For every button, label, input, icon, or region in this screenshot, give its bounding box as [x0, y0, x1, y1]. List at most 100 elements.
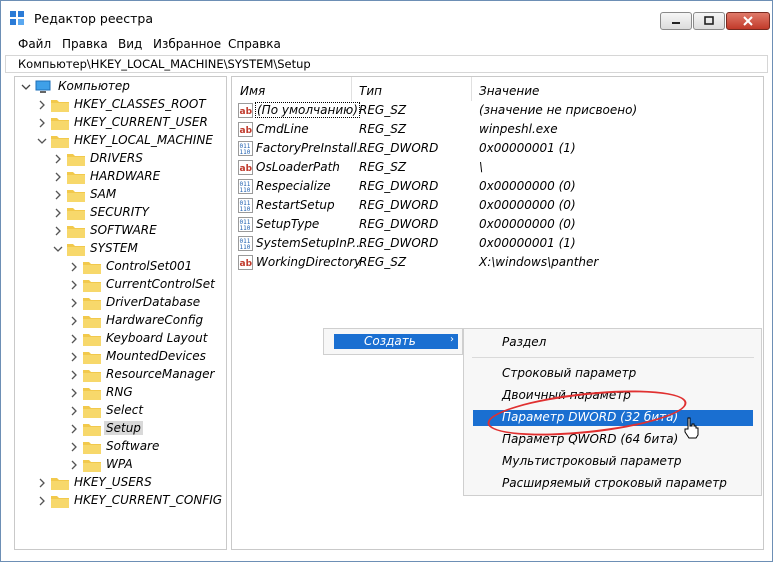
maximize-icon: [704, 16, 714, 25]
menu-edit[interactable]: Правка: [62, 37, 108, 51]
value-name: RestartSetup: [256, 198, 335, 212]
value-data: winpeshl.exe: [479, 122, 558, 136]
menu-item-create[interactable]: Создать ›: [334, 334, 458, 349]
folder-icon: [83, 370, 101, 382]
submenu-item-multistring[interactable]: Мультистроковый параметр: [502, 454, 682, 468]
chevron-right-icon[interactable]: [53, 226, 63, 236]
svg-text:ab: ab: [240, 164, 253, 174]
chevron-down-icon[interactable]: [21, 82, 31, 92]
chevron-down-icon[interactable]: [53, 244, 63, 254]
column-header-type[interactable]: Тип: [359, 84, 382, 98]
binary-value-icon: 011110: [238, 217, 253, 232]
tree-label: Select: [106, 403, 144, 417]
value-name: WorkingDirectory: [256, 255, 362, 269]
value-name: CmdLine: [256, 122, 309, 136]
chevron-right-icon[interactable]: [69, 280, 79, 290]
column-header-value[interactable]: Значение: [479, 84, 539, 98]
chevron-right-icon[interactable]: [69, 316, 79, 326]
menu-favorites[interactable]: Избранное: [153, 37, 221, 51]
submenu-item-expandable-string[interactable]: Расширяемый строковый параметр: [502, 476, 727, 490]
folder-icon: [83, 460, 101, 472]
registry-tree: Компьютер HKEY_CLASSES_ROOT HKEY_CURRENT_…: [14, 76, 227, 550]
table-row[interactable]: 011 110 SetupType REG_DWORD 0x00000000 (0): [232, 215, 763, 234]
svg-text:ab: ab: [240, 126, 253, 136]
minimize-button[interactable]: [660, 12, 692, 30]
chevron-right-icon[interactable]: [53, 190, 63, 200]
submenu-item-string[interactable]: Строковый параметр: [502, 366, 636, 380]
folder-icon: [51, 136, 69, 148]
column-divider[interactable]: [351, 77, 352, 101]
chevron-right-icon[interactable]: [53, 172, 63, 182]
value-type: REG_DWORD: [359, 217, 439, 231]
chevron-right-icon[interactable]: [69, 334, 79, 344]
value-type: REG_SZ: [359, 255, 407, 269]
close-button[interactable]: [726, 12, 770, 30]
value-name: Respecialize: [256, 179, 331, 193]
folder-icon: [51, 478, 69, 490]
table-row[interactable]: 011 110 RestartSetup REG_DWORD 0x00000000 (0…: [232, 196, 763, 215]
folder-icon: [51, 496, 69, 508]
svg-text:ab: ab: [240, 259, 253, 269]
menu-view[interactable]: Вид: [118, 37, 142, 51]
submenu-item-key[interactable]: Раздел: [502, 335, 546, 349]
table-row[interactable]: ab CmdLine REG_SZ winpeshl.exe: [232, 120, 763, 139]
tree-label: HardwareConfig: [106, 313, 204, 327]
table-row[interactable]: 011 110 SystemSetupInP... REG_DWORD 0x000000…: [232, 234, 763, 253]
table-row[interactable]: 011 110 FactoryPreInstall... REG_DWORD 0x000…: [232, 139, 763, 158]
column-header-name[interactable]: Имя: [240, 84, 265, 98]
chevron-right-icon[interactable]: [69, 424, 79, 434]
chevron-right-icon[interactable]: [37, 118, 47, 128]
table-row[interactable]: ab WorkingDirectory REG_SZ X:\windows\panth…: [232, 253, 763, 272]
svg-text:ab: ab: [240, 107, 253, 117]
tree-label: ControlSet001: [106, 259, 193, 273]
folder-icon: [67, 154, 85, 166]
tree-label: HKEY_CLASSES_ROOT: [74, 97, 206, 111]
chevron-right-icon[interactable]: [69, 352, 79, 362]
chevron-right-icon[interactable]: [37, 100, 47, 110]
chevron-right-icon: ›: [450, 334, 454, 345]
binary-value-icon: 011110: [238, 141, 253, 156]
menu-help[interactable]: Справка: [228, 37, 281, 51]
chevron-down-icon[interactable]: [37, 136, 47, 146]
chevron-right-icon[interactable]: [53, 154, 63, 164]
regedit-app-icon: [10, 11, 24, 25]
chevron-right-icon[interactable]: [37, 478, 47, 488]
menu-file[interactable]: Файл: [18, 37, 51, 51]
column-divider[interactable]: [471, 77, 472, 101]
table-row[interactable]: 011 110 Respecialize REG_DWORD 0x00000000 (0…: [232, 177, 763, 196]
value-data: (значение не присвоено): [479, 103, 638, 117]
tree-label: DriverDatabase: [106, 295, 201, 309]
chevron-right-icon[interactable]: [69, 442, 79, 452]
minimize-icon: [672, 22, 680, 24]
chevron-right-icon[interactable]: [53, 208, 63, 218]
chevron-right-icon[interactable]: [69, 370, 79, 380]
tree-label: CurrentControlSet: [106, 277, 215, 291]
tree-label: SYSTEM: [90, 241, 138, 255]
address-bar[interactable]: Компьютер\HKEY_LOCAL_MACHINE\SYSTEM\Setu…: [5, 55, 768, 73]
folder-icon: [67, 226, 85, 238]
svg-text:110: 110: [240, 149, 251, 156]
table-row[interactable]: ab (По умолчанию) REG_SZ (значение не присв…: [232, 101, 763, 120]
value-data: 0x00000000 (0): [479, 217, 576, 231]
value-name: FactoryPreInstall...: [256, 141, 369, 155]
chevron-right-icon[interactable]: [37, 496, 47, 506]
chevron-right-icon[interactable]: [69, 460, 79, 470]
tree-label: SAM: [90, 187, 117, 201]
maximize-button[interactable]: [693, 12, 725, 30]
folder-icon: [83, 262, 101, 274]
folder-icon: [83, 352, 101, 364]
tree-label: ResourceManager: [106, 367, 215, 381]
string-value-icon: ab: [238, 160, 253, 175]
submenu-separator: [472, 357, 754, 358]
value-type: REG_DWORD: [359, 179, 439, 193]
chevron-right-icon[interactable]: [69, 298, 79, 308]
table-row[interactable]: ab OsLoaderPath REG_SZ \: [232, 158, 763, 177]
value-name: SetupType: [256, 217, 320, 231]
chevron-right-icon[interactable]: [69, 262, 79, 272]
value-data: 0x00000001 (1): [479, 236, 576, 250]
string-value-icon: ab: [238, 103, 253, 118]
chevron-right-icon[interactable]: [69, 388, 79, 398]
chevron-right-icon[interactable]: [69, 406, 79, 416]
svg-text:110: 110: [240, 206, 251, 213]
menu-item-create-label: Создать: [364, 334, 416, 348]
